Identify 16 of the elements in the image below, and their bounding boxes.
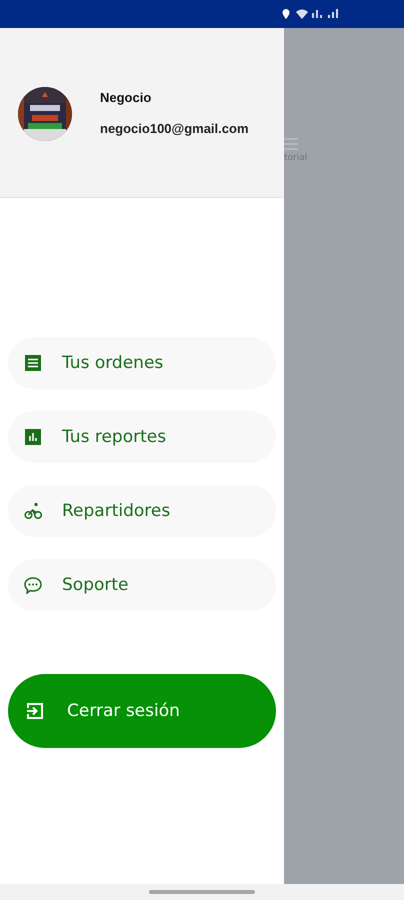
menu-icon — [284, 138, 298, 150]
bar-chart-icon — [24, 428, 42, 446]
logout-icon — [25, 701, 45, 721]
menu-item[interactable]: Tus ordenes — [8, 337, 276, 389]
logout-button[interactable]: Cerrar sesión — [8, 674, 276, 748]
profile-email: negocio100@gmail.com — [100, 120, 248, 136]
profile-name: Negocio — [100, 90, 152, 104]
menu-item[interactable]: Soporte — [8, 559, 276, 611]
list-icon — [24, 354, 42, 372]
avatar — [18, 86, 72, 140]
home-indicator[interactable] — [149, 890, 255, 894]
menu-item[interactable]: Repartidores — [8, 485, 276, 537]
status-icons — [282, 8, 340, 20]
menu-item[interactable]: Tus reportes — [8, 411, 276, 463]
bicycle-icon — [24, 502, 42, 520]
chat-icon — [24, 576, 42, 594]
